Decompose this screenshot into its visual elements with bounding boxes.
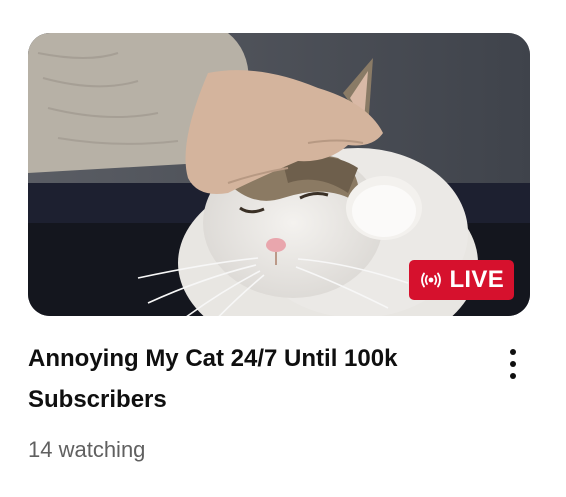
more-vert-icon xyxy=(510,349,516,355)
video-title[interactable]: Annoying My Cat 24/7 Until 100k Subscrib… xyxy=(28,338,468,420)
video-thumbnail[interactable]: LIVE xyxy=(28,33,530,316)
viewer-count: 14 watching xyxy=(28,437,146,462)
live-badge: LIVE xyxy=(409,260,514,300)
live-broadcast-icon xyxy=(419,271,443,289)
more-options-button[interactable] xyxy=(498,344,528,384)
more-vert-icon-dot xyxy=(510,361,516,367)
more-vert-icon-dot xyxy=(510,373,516,379)
live-label: LIVE xyxy=(449,266,504,293)
video-card: LIVE Annoying My Cat 24/7 Until 100k Sub… xyxy=(0,0,566,497)
